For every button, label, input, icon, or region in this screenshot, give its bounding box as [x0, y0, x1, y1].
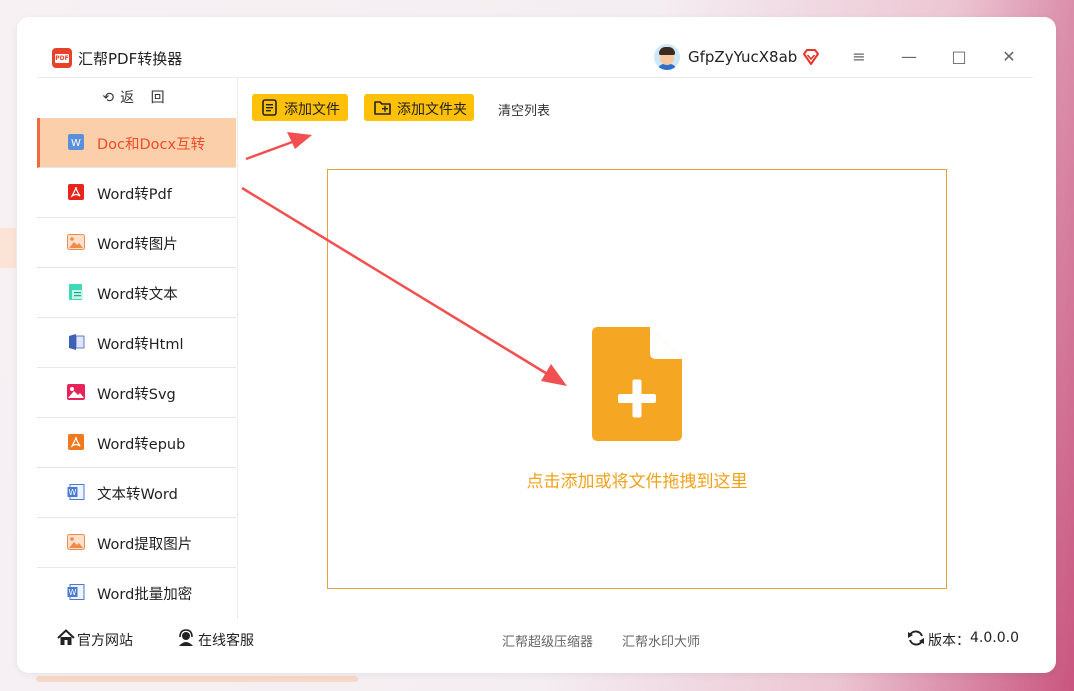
background-decoration — [36, 676, 358, 682]
pdf-icon — [68, 184, 84, 200]
app-window: PDF 汇帮PDF转换器 GfpZyYucX8ab ≡ — □ ✕ ⟲返 回 W… — [17, 17, 1056, 673]
sidebar-item-label: Word转Html — [97, 337, 184, 353]
add-file-label: 添加文件 — [284, 102, 340, 118]
word-doc-icon: W — [68, 134, 84, 150]
clear-list-button[interactable]: 清空列表 — [498, 100, 550, 119]
arrowhead — [287, 132, 312, 149]
sidebar-item-label: Word转文本 — [97, 287, 178, 303]
sidebar: ⟲返 回 W Doc和Docx互转 Word转Pdf Word转图片 Word转… — [37, 78, 238, 619]
menu-button[interactable]: ≡ — [849, 47, 869, 67]
close-button[interactable]: ✕ — [999, 47, 1019, 67]
version-label: 版本： — [928, 633, 970, 649]
sidebar-item-label: 文本转Word — [97, 487, 178, 503]
svg-text:W: W — [71, 138, 81, 149]
sidebar-item-word-pdf[interactable]: Word转Pdf — [37, 168, 236, 218]
sidebar-item-word-extract-image[interactable]: Word提取图片 — [37, 518, 236, 568]
image-icon — [67, 234, 85, 250]
refresh-icon[interactable] — [907, 629, 925, 647]
title-bar: PDF 汇帮PDF转换器 GfpZyYucX8ab ≡ — □ ✕ — [17, 17, 1056, 77]
add-file-button[interactable]: 添加文件 — [252, 94, 348, 121]
sidebar-item-word-encrypt[interactable]: W Word批量加密 — [37, 568, 236, 617]
sidebar-item-doc-docx[interactable]: W Doc和Docx互转 — [37, 118, 236, 168]
version-number: 4.0.0.0 — [970, 630, 1019, 646]
online-support-link[interactable]: 在线客服 — [198, 630, 254, 650]
svg-image-icon — [67, 384, 85, 400]
app-logo-text: PDF — [55, 54, 69, 63]
arrow-to-add-file — [245, 139, 296, 161]
sidebar-item-label: Doc和Docx互转 — [97, 137, 206, 153]
app-title: 汇帮PDF转换器 — [78, 50, 183, 68]
drop-zone-hint: 点击添加或将文件拖拽到这里 — [526, 472, 748, 492]
file-list-icon — [262, 99, 277, 116]
html-icon — [69, 334, 85, 350]
vip-diamond-icon[interactable] — [802, 48, 820, 66]
sidebar-item-text-word[interactable]: W 文本转Word — [37, 468, 236, 518]
official-website-link[interactable]: 官方网站 — [77, 630, 133, 650]
sidebar-item-label: Word转图片 — [97, 237, 178, 253]
sidebar-item-word-html[interactable]: Word转Html — [37, 318, 236, 368]
sidebar-item-label: Word提取图片 — [97, 537, 193, 553]
sidebar-item-word-image[interactable]: Word转图片 — [37, 218, 236, 268]
customer-service-icon — [179, 629, 193, 646]
sidebar-item-word-text[interactable]: Word转文本 — [37, 268, 236, 318]
add-folder-button[interactable]: 添加文件夹 — [364, 94, 474, 121]
sidebar-item-word-epub[interactable]: Word转epub — [37, 418, 236, 468]
sidebar-item-word-svg[interactable]: Word转Svg — [37, 368, 236, 418]
file-drop-zone[interactable]: 点击添加或将文件拖拽到这里 — [327, 169, 947, 589]
home-icon — [57, 629, 75, 645]
back-button[interactable]: ⟲返 回 — [37, 78, 236, 118]
sidebar-item-label: Word转epub — [97, 437, 186, 453]
watermark-link[interactable]: 汇帮水印大师 — [622, 631, 700, 650]
minimize-button[interactable]: — — [899, 47, 919, 67]
background-decoration — [0, 228, 16, 268]
word-icon: W — [67, 484, 85, 500]
image-icon — [67, 534, 85, 550]
username[interactable]: GfpZyYucX8ab — [688, 48, 797, 66]
add-folder-label: 添加文件夹 — [397, 102, 467, 118]
maximize-button[interactable]: □ — [949, 47, 969, 67]
compressor-link[interactable]: 汇帮超级压缩器 — [502, 631, 593, 650]
sidebar-item-label: Word批量加密 — [97, 587, 193, 603]
avatar[interactable] — [654, 44, 680, 70]
svg-text:W: W — [69, 588, 77, 597]
footer: 官方网站 在线客服 汇帮超级压缩器 汇帮水印大师 版本： 4.0.0.0 — [17, 620, 1056, 660]
svg-text:W: W — [69, 488, 77, 497]
folder-plus-icon — [374, 101, 391, 115]
text-file-icon — [69, 284, 83, 300]
app-logo-icon: PDF — [52, 48, 72, 68]
add-file-icon — [592, 327, 682, 441]
word-icon: W — [67, 584, 85, 600]
sidebar-item-label: Word转Pdf — [97, 187, 172, 203]
sidebar-item-label: Word转Svg — [97, 387, 176, 403]
epub-icon — [68, 434, 84, 450]
